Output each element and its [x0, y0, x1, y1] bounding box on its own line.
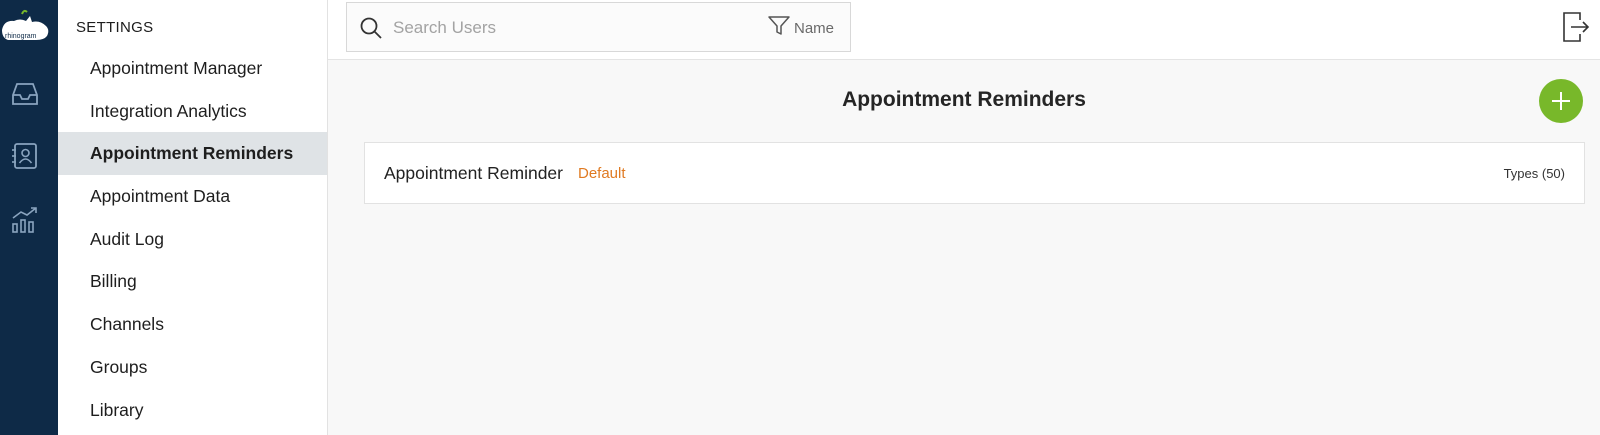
- sidebar-item-appointment-data[interactable]: Appointment Data: [58, 175, 327, 218]
- search-filter-button[interactable]: Name: [768, 16, 834, 41]
- sidebar-item-billing[interactable]: Billing: [58, 260, 327, 303]
- rhinogram-logo[interactable]: rhinogram: [0, 8, 50, 46]
- settings-nav: Appointment Manager Integration Analytic…: [58, 47, 327, 431]
- page-title: Appointment Reminders: [842, 88, 1086, 111]
- contacts-icon[interactable]: [10, 141, 40, 171]
- app-rail: rhinogram: [0, 0, 58, 435]
- sidebar-item-appointment-reminders[interactable]: Appointment Reminders: [58, 132, 327, 176]
- filter-label: Name: [793, 20, 834, 37]
- default-badge: Default: [578, 165, 626, 182]
- plus-icon: [1552, 92, 1570, 110]
- reminder-types-count: Types (50): [1503, 166, 1565, 181]
- sidebar-item-integration-analytics[interactable]: Integration Analytics: [58, 90, 327, 133]
- add-reminder-button[interactable]: [1539, 79, 1583, 123]
- sidebar-item-channels[interactable]: Channels: [58, 303, 327, 346]
- sidebar-item-groups[interactable]: Groups: [58, 346, 327, 389]
- top-bar: Name: [328, 0, 1600, 60]
- sidebar-item-appointment-manager[interactable]: Appointment Manager: [58, 47, 327, 90]
- logout-icon[interactable]: [1562, 11, 1590, 48]
- reminder-name: Appointment Reminder: [384, 163, 563, 183]
- rhino-logo-icon: [2, 9, 49, 40]
- search-icon: [359, 16, 383, 45]
- sidebar-item-audit-log[interactable]: Audit Log: [58, 218, 327, 261]
- inbox-icon[interactable]: [10, 79, 40, 109]
- analytics-icon[interactable]: [10, 205, 40, 235]
- sidebar-heading: SETTINGS: [76, 19, 154, 36]
- reminder-list-item[interactable]: Appointment Reminder Default Types (50): [364, 142, 1585, 204]
- sidebar-item-library[interactable]: Library: [58, 389, 327, 432]
- filter-icon: [768, 16, 790, 41]
- settings-sidebar: SETTINGS Appointment Manager Integration…: [58, 0, 328, 435]
- logo-text: rhinogram: [5, 33, 37, 40]
- search-box: Name: [346, 2, 851, 52]
- search-input[interactable]: [393, 13, 743, 43]
